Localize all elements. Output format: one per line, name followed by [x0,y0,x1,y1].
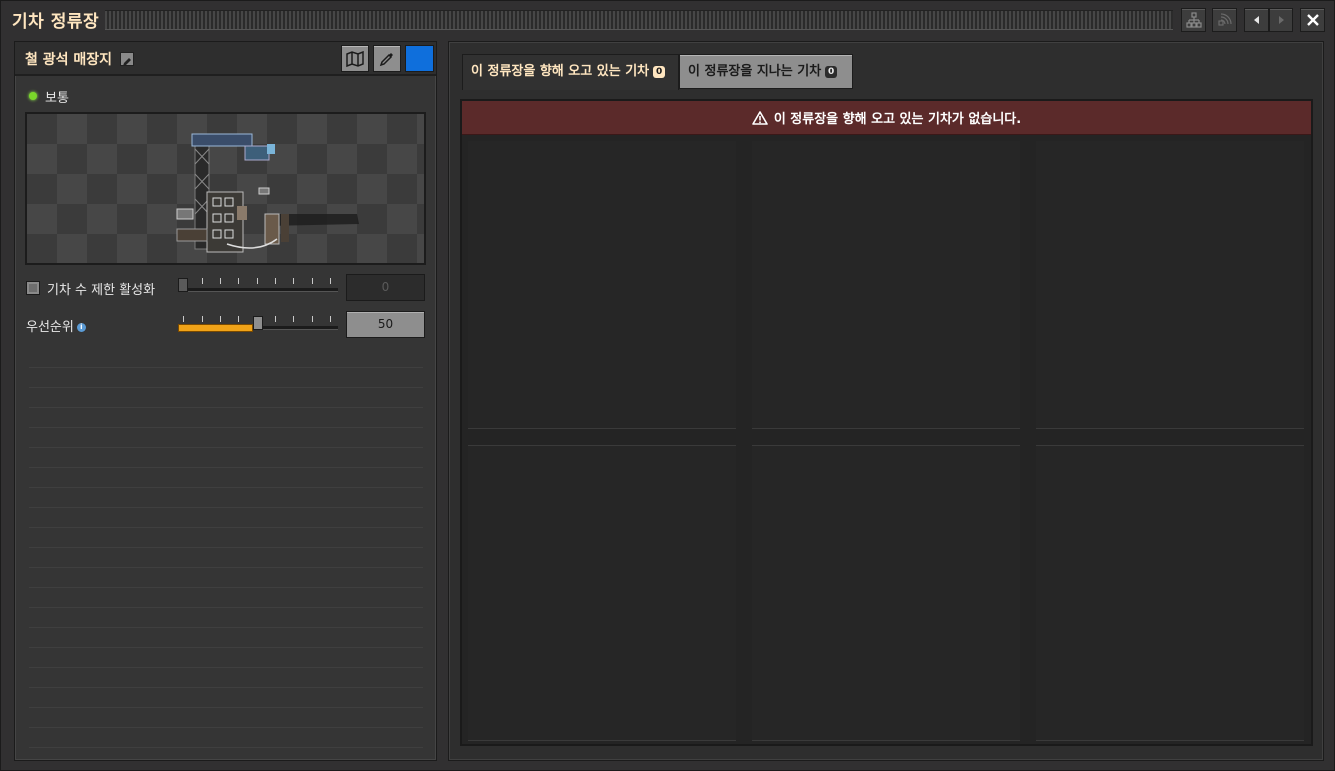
priority-label-text: 우선순위 [26,320,74,335]
empty-list [29,348,423,753]
network-icon [1185,12,1202,28]
priority-knob[interactable] [253,316,263,330]
close-icon [1306,14,1319,26]
slider-tick [312,278,313,284]
slider-tick [220,278,221,284]
slider-tick [238,278,239,284]
drag-handle[interactable] [105,10,1173,30]
train-slot [1036,141,1304,429]
train-slot [468,445,736,741]
tab-count-badge: 0 [825,65,838,78]
slider-tick [257,278,258,284]
tab-scheduled-trains[interactable]: 이 정류장을 지나는 기차 0 [679,54,853,89]
pencil-icon [123,58,131,66]
train-slot [752,445,1020,741]
network-button[interactable] [1181,8,1206,32]
signal-button[interactable] [1212,8,1237,32]
status-text: 보통 [45,91,69,106]
trains-panel: 이 정류장을 향해 오고 있는 기차 0 이 정류장을 지나는 기차 0 이 정류장… [448,41,1324,761]
train-limit-track [178,288,338,292]
slider-tick [312,316,313,322]
slider-tick [293,316,294,322]
train-stop-window: 기차 정류장 철 광석 매장지 보통 기차 수 제한 활성화 0 우선순위 i … [0,0,1335,771]
arrow-left-icon [1253,16,1259,24]
rename-button[interactable] [120,52,134,66]
priority-input[interactable]: 50 [346,311,425,338]
window-title: 기차 정류장 [12,12,100,32]
tab-label: 이 정류장을 지나는 기차 [688,64,822,79]
map-icon [346,50,364,67]
slider-tick [330,316,331,322]
trains-content: 이 정류장을 향해 오고 있는 기차가 없습니다. [460,99,1313,746]
station-header: 철 광석 매장지 [15,42,436,76]
slider-tick [220,316,221,322]
priority-slider[interactable] [178,312,338,338]
station-color-button[interactable] [405,45,434,72]
status-indicator-icon [29,92,37,100]
slider-tick [202,278,203,284]
train-grid [468,141,1305,741]
signal-icon [1217,13,1232,26]
station-name: 철 광석 매장지 [25,52,113,68]
train-limit-slider[interactable] [178,274,338,300]
slider-tick [275,278,276,284]
station-panel: 철 광석 매장지 보통 기차 수 제한 활성화 0 우선순위 i 50 [14,41,437,761]
warning-icon [752,110,768,125]
eyedropper-icon [379,52,393,66]
info-icon[interactable]: i [76,323,86,332]
train-slot [468,141,736,429]
map-button[interactable] [341,45,369,72]
warning-text: 이 정류장을 향해 오고 있는 기차가 없습니다. [773,112,1022,127]
train-stop-entity-icon [176,133,359,253]
train-limit-checkbox[interactable] [26,281,40,295]
close-button[interactable] [1300,8,1325,32]
warning-bar: 이 정류장을 향해 오고 있는 기차가 없습니다. [462,101,1311,135]
train-slot [1036,445,1304,741]
slider-tick [202,316,203,322]
slider-tick [293,278,294,284]
next-button[interactable] [1269,8,1293,32]
slider-tick [330,278,331,284]
priority-fill [178,324,253,332]
tab-label: 이 정류장을 향해 오고 있는 기차 [471,64,650,79]
arrow-right-icon [1279,16,1284,24]
station-preview[interactable] [25,112,426,265]
copy-color-button[interactable] [373,45,401,72]
train-limit-label: 기차 수 제한 활성화 [47,283,156,298]
tab-incoming-trains[interactable]: 이 정류장을 향해 오고 있는 기차 0 [462,54,679,90]
train-slot [752,141,1020,429]
slider-tick [275,316,276,322]
slider-tick [238,316,239,322]
previous-button[interactable] [1244,8,1269,32]
priority-label: 우선순위 i [26,316,86,335]
train-limit-knob[interactable] [178,278,188,292]
slider-tick [183,316,184,322]
tab-count-badge: 0 [653,65,666,78]
train-limit-input[interactable]: 0 [346,274,425,301]
titlebar: 기차 정류장 [1,1,1334,39]
